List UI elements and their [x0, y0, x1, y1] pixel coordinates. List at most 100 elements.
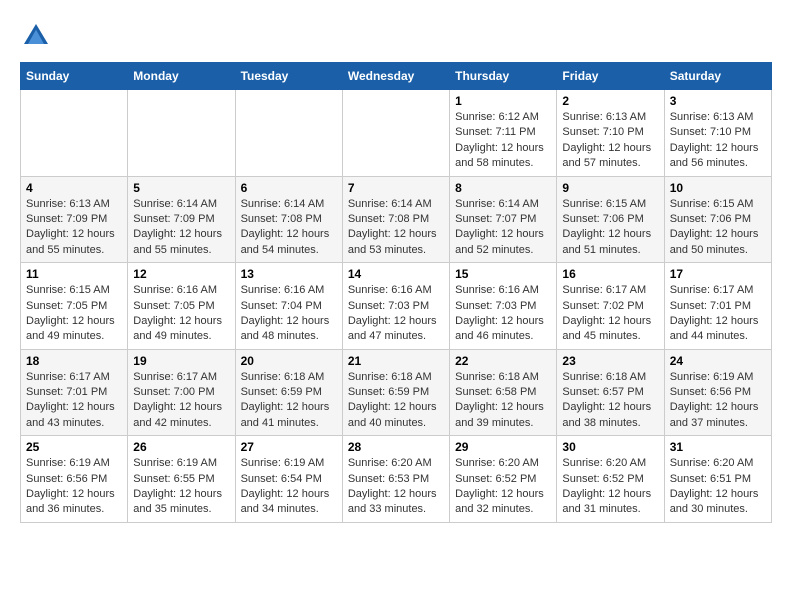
table-row: 22Sunrise: 6:18 AM Sunset: 6:58 PM Dayli…	[450, 349, 557, 436]
calendar-week-4: 18Sunrise: 6:17 AM Sunset: 7:01 PM Dayli…	[21, 349, 772, 436]
table-row	[342, 90, 449, 177]
table-row: 13 Sunrise: 6:16 AM Sunset: 7:04 PM Dayli…	[235, 263, 342, 350]
day-info: Sunrise: 6:20 AM Sunset: 6:51 PM Dayligh…	[670, 456, 766, 518]
table-row: 20 Sunrise: 6:18 AM Sunset: 6:59 PM Dayli…	[235, 349, 342, 436]
table-row: 12 Sunrise: 6:16 AM Sunset: 7:05 PM Dayli…	[128, 263, 235, 350]
calendar-week-2: 4Sunrise: 6:13 AM Sunset: 7:09 PM Daylig…	[21, 176, 772, 263]
table-row: 16Sunrise: 6:17 AM Sunset: 7:02 PM Dayli…	[557, 263, 664, 350]
table-row: 28Sunrise: 6:20 AM Sunset: 6:53 PM Dayli…	[342, 436, 449, 523]
day-number: 9	[562, 181, 658, 195]
table-row: 9 Sunrise: 6:15 AM Sunset: 7:06 PM Daylig…	[557, 176, 664, 263]
logo-icon	[20, 20, 52, 52]
day-number: 31	[670, 440, 766, 454]
day-info: Sunrise: 6:18 AM Sunset: 6:59 PM Dayligh…	[348, 370, 444, 432]
table-row: 1Sunrise: 6:12 AM Sunset: 7:11 PM Daylig…	[450, 90, 557, 177]
table-row: 24 Sunrise: 6:19 AM Sunset: 6:56 PM Dayli…	[664, 349, 771, 436]
day-info: Sunrise: 6:14 AM Sunset: 7:08 PM Dayligh…	[241, 197, 337, 259]
table-row: 11 Sunrise: 6:15 AM Sunset: 7:05 PM Dayli…	[21, 263, 128, 350]
day-number: 22	[455, 354, 551, 368]
weekday-header-row: SundayMondayTuesdayWednesdayThursdayFrid…	[21, 63, 772, 90]
calendar-table: SundayMondayTuesdayWednesdayThursdayFrid…	[20, 62, 772, 523]
table-row: 7 Sunrise: 6:14 AM Sunset: 7:08 PM Daylig…	[342, 176, 449, 263]
day-info: Sunrise: 6:19 AM Sunset: 6:55 PM Dayligh…	[133, 456, 229, 518]
day-number: 24	[670, 354, 766, 368]
day-number: 3	[670, 94, 766, 108]
day-info: Sunrise: 6:16 AM Sunset: 7:03 PM Dayligh…	[348, 283, 444, 345]
day-number: 15	[455, 267, 551, 281]
calendar-week-1: 1Sunrise: 6:12 AM Sunset: 7:11 PM Daylig…	[21, 90, 772, 177]
table-row: 26 Sunrise: 6:19 AM Sunset: 6:55 PM Dayli…	[128, 436, 235, 523]
table-row: 18Sunrise: 6:17 AM Sunset: 7:01 PM Dayli…	[21, 349, 128, 436]
table-row: 25Sunrise: 6:19 AM Sunset: 6:56 PM Dayli…	[21, 436, 128, 523]
table-row: 29 Sunrise: 6:20 AM Sunset: 6:52 PM Dayli…	[450, 436, 557, 523]
day-info: Sunrise: 6:20 AM Sunset: 6:52 PM Dayligh…	[562, 456, 658, 518]
table-row: 14 Sunrise: 6:16 AM Sunset: 7:03 PM Dayli…	[342, 263, 449, 350]
page-header	[20, 20, 772, 52]
table-row: 31 Sunrise: 6:20 AM Sunset: 6:51 PM Dayli…	[664, 436, 771, 523]
day-number: 30	[562, 440, 658, 454]
day-info: Sunrise: 6:20 AM Sunset: 6:52 PM Dayligh…	[455, 456, 551, 518]
day-info: Sunrise: 6:17 AM Sunset: 7:00 PM Dayligh…	[133, 370, 229, 432]
day-number: 11	[26, 267, 122, 281]
day-number: 5	[133, 181, 229, 195]
calendar-week-3: 11 Sunrise: 6:15 AM Sunset: 7:05 PM Dayli…	[21, 263, 772, 350]
day-info: Sunrise: 6:16 AM Sunset: 7:05 PM Dayligh…	[133, 283, 229, 345]
day-number: 18	[26, 354, 122, 368]
day-info: Sunrise: 6:12 AM Sunset: 7:11 PM Dayligh…	[455, 110, 551, 172]
table-row	[21, 90, 128, 177]
table-row: 4Sunrise: 6:13 AM Sunset: 7:09 PM Daylig…	[21, 176, 128, 263]
table-row: 10Sunrise: 6:15 AM Sunset: 7:06 PM Dayli…	[664, 176, 771, 263]
day-info: Sunrise: 6:16 AM Sunset: 7:03 PM Dayligh…	[455, 283, 551, 345]
day-info: Sunrise: 6:16 AM Sunset: 7:04 PM Dayligh…	[241, 283, 337, 345]
day-number: 26	[133, 440, 229, 454]
day-number: 23	[562, 354, 658, 368]
day-number: 2	[562, 94, 658, 108]
table-row: 8Sunrise: 6:14 AM Sunset: 7:07 PM Daylig…	[450, 176, 557, 263]
day-number: 13	[241, 267, 337, 281]
day-number: 29	[455, 440, 551, 454]
day-info: Sunrise: 6:18 AM Sunset: 6:59 PM Dayligh…	[241, 370, 337, 432]
day-number: 17	[670, 267, 766, 281]
day-info: Sunrise: 6:19 AM Sunset: 6:56 PM Dayligh…	[670, 370, 766, 432]
day-info: Sunrise: 6:20 AM Sunset: 6:53 PM Dayligh…	[348, 456, 444, 518]
table-row: 6 Sunrise: 6:14 AM Sunset: 7:08 PM Daylig…	[235, 176, 342, 263]
day-info: Sunrise: 6:14 AM Sunset: 7:07 PM Dayligh…	[455, 197, 551, 259]
table-row: 17 Sunrise: 6:17 AM Sunset: 7:01 PM Dayli…	[664, 263, 771, 350]
day-info: Sunrise: 6:15 AM Sunset: 7:06 PM Dayligh…	[670, 197, 766, 259]
table-row: 2Sunrise: 6:13 AM Sunset: 7:10 PM Daylig…	[557, 90, 664, 177]
weekday-saturday: Saturday	[664, 63, 771, 90]
day-number: 7	[348, 181, 444, 195]
day-info: Sunrise: 6:15 AM Sunset: 7:06 PM Dayligh…	[562, 197, 658, 259]
day-number: 20	[241, 354, 337, 368]
logo	[20, 20, 56, 52]
table-row: 27 Sunrise: 6:19 AM Sunset: 6:54 PM Dayli…	[235, 436, 342, 523]
day-number: 21	[348, 354, 444, 368]
day-info: Sunrise: 6:17 AM Sunset: 7:01 PM Dayligh…	[670, 283, 766, 345]
table-row: 15 Sunrise: 6:16 AM Sunset: 7:03 PM Dayli…	[450, 263, 557, 350]
day-info: Sunrise: 6:13 AM Sunset: 7:10 PM Dayligh…	[670, 110, 766, 172]
weekday-friday: Friday	[557, 63, 664, 90]
calendar-week-5: 25Sunrise: 6:19 AM Sunset: 6:56 PM Dayli…	[21, 436, 772, 523]
day-info: Sunrise: 6:14 AM Sunset: 7:09 PM Dayligh…	[133, 197, 229, 259]
table-row	[128, 90, 235, 177]
table-row: 5 Sunrise: 6:14 AM Sunset: 7:09 PM Daylig…	[128, 176, 235, 263]
day-info: Sunrise: 6:17 AM Sunset: 7:02 PM Dayligh…	[562, 283, 658, 345]
day-number: 19	[133, 354, 229, 368]
day-number: 4	[26, 181, 122, 195]
table-row: 30 Sunrise: 6:20 AM Sunset: 6:52 PM Dayli…	[557, 436, 664, 523]
day-number: 6	[241, 181, 337, 195]
day-info: Sunrise: 6:14 AM Sunset: 7:08 PM Dayligh…	[348, 197, 444, 259]
day-info: Sunrise: 6:15 AM Sunset: 7:05 PM Dayligh…	[26, 283, 122, 345]
day-number: 14	[348, 267, 444, 281]
day-info: Sunrise: 6:19 AM Sunset: 6:54 PM Dayligh…	[241, 456, 337, 518]
table-row	[235, 90, 342, 177]
table-row: 23 Sunrise: 6:18 AM Sunset: 6:57 PM Dayli…	[557, 349, 664, 436]
weekday-wednesday: Wednesday	[342, 63, 449, 90]
day-info: Sunrise: 6:18 AM Sunset: 6:57 PM Dayligh…	[562, 370, 658, 432]
day-number: 27	[241, 440, 337, 454]
weekday-monday: Monday	[128, 63, 235, 90]
table-row: 19 Sunrise: 6:17 AM Sunset: 7:00 PM Dayli…	[128, 349, 235, 436]
day-number: 12	[133, 267, 229, 281]
weekday-sunday: Sunday	[21, 63, 128, 90]
weekday-thursday: Thursday	[450, 63, 557, 90]
